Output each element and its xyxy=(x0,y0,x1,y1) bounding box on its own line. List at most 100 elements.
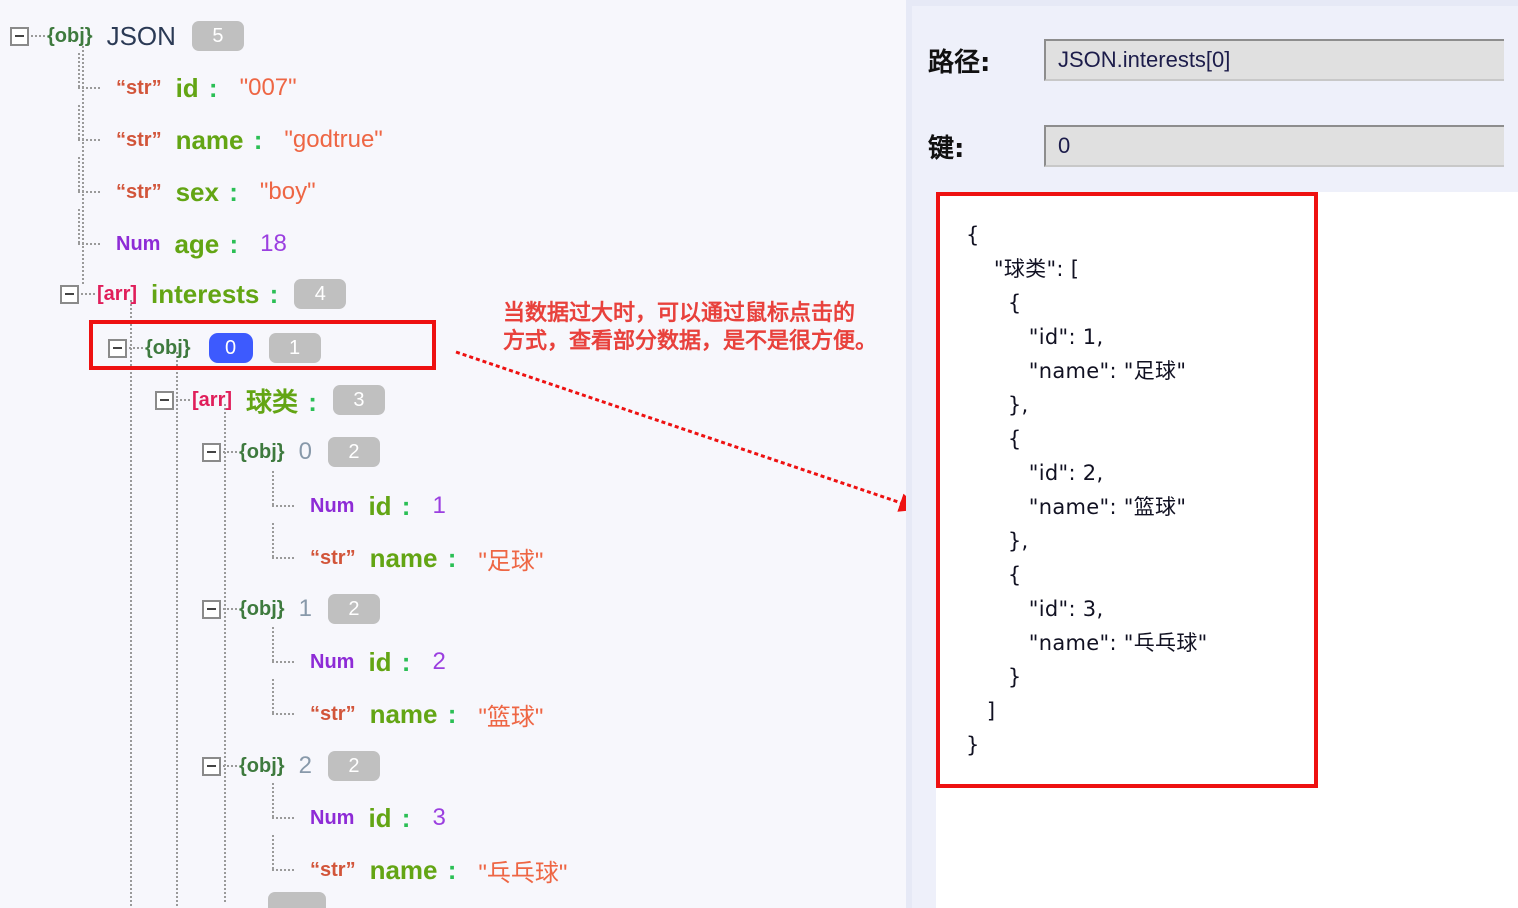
tree-guide-line xyxy=(224,404,226,904)
tree-connector xyxy=(272,782,308,828)
node-type-tag: Num xyxy=(116,232,161,255)
child-count-badge: 2 xyxy=(327,437,380,467)
tree-guide-line xyxy=(176,352,178,908)
collapse-expander-icon[interactable] xyxy=(202,599,221,619)
tree-row[interactable]: {obj} 2 2 xyxy=(202,740,380,792)
node-root-label: JSON xyxy=(106,20,176,51)
path-field-row: 路径: JSON.interests[0] xyxy=(912,38,1504,82)
tree-row[interactable]: Num age : 18 xyxy=(78,208,287,270)
child-count-badge: 2 xyxy=(327,594,380,624)
node-value[interactable]: 3 xyxy=(432,804,445,832)
tree-row[interactable]: {obj} JSON 5 xyxy=(10,10,244,62)
node-type-tag: Num xyxy=(310,494,355,517)
collapse-expander-icon[interactable] xyxy=(202,442,221,462)
node-key-label: id : xyxy=(368,646,411,677)
key-input[interactable]: 0 xyxy=(1044,125,1504,167)
selected-node-highlight xyxy=(89,320,436,370)
node-key-label: name : xyxy=(175,124,263,155)
tree-guide-line xyxy=(130,300,132,908)
node-type-tag: [arr] xyxy=(97,282,138,305)
node-value[interactable]: "篮球" xyxy=(478,697,543,732)
json-tree-panel[interactable]: {obj} JSON 5 “str” id : "007" “str” name : "godt… xyxy=(0,0,906,908)
node-type-tag: “str” xyxy=(116,76,162,99)
annotation-line-1: 当数据过大时，可以通过鼠标点击的 xyxy=(503,301,856,326)
node-type-tag: {obj} xyxy=(239,754,285,777)
tree-row[interactable]: Num id : 1 xyxy=(272,470,446,532)
node-type-tag: {obj} xyxy=(239,440,285,463)
partial-count-badge xyxy=(268,892,326,908)
detail-panel: 路径: JSON.interests[0] 键: 0 { "球类": [ { "… xyxy=(906,0,1518,908)
tree-row[interactable]: “str” name : "godtrue" xyxy=(78,104,383,166)
node-type-tag: “str” xyxy=(310,858,356,881)
tree-connector xyxy=(223,765,237,767)
json-preview-text: { "球类": [ { "id": 1, "name": "足球" }, { "… xyxy=(966,223,1208,757)
node-type-tag: “str” xyxy=(310,702,356,725)
child-count-badge: 4 xyxy=(294,279,347,309)
node-key-label: name : xyxy=(369,542,457,573)
key-label: 键: xyxy=(928,133,965,164)
node-key-label: id : xyxy=(175,72,218,103)
tree-connector xyxy=(78,52,114,98)
tree-row[interactable]: {obj} 0 2 xyxy=(202,426,380,478)
path-input[interactable]: JSON.interests[0] xyxy=(1044,39,1504,81)
node-type-tag: “str” xyxy=(116,128,162,151)
node-value[interactable]: "007" xyxy=(240,74,297,102)
child-count-badge: 3 xyxy=(332,385,385,415)
tree-row[interactable]: “str” name : "足球" xyxy=(272,522,543,584)
node-key-label: id : xyxy=(368,490,411,521)
node-type-tag: [arr] xyxy=(192,388,233,411)
node-type-tag: “str” xyxy=(310,546,356,569)
tree-connector xyxy=(272,470,308,516)
tree-row[interactable]: [arr] interests : 4 xyxy=(60,268,347,320)
detail-panel-body: 路径: JSON.interests[0] 键: 0 { "球类": [ { "… xyxy=(912,6,1518,908)
node-type-tag: “str” xyxy=(116,180,162,203)
annotation-line-2: 方式，查看部分数据，是不是很方便。 xyxy=(503,329,878,355)
tree-row[interactable]: “str” name : "乓乓球" xyxy=(272,834,567,896)
tree-row[interactable]: Num id : 2 xyxy=(272,626,446,688)
tree-row[interactable]: “str” id : "007" xyxy=(78,52,297,114)
tree-connector xyxy=(272,522,308,568)
collapse-expander-icon[interactable] xyxy=(10,26,29,46)
tree-connector xyxy=(78,156,114,202)
child-count-badge: 5 xyxy=(191,21,244,51)
node-value[interactable]: 2 xyxy=(432,648,445,676)
child-count-badge: 2 xyxy=(327,751,380,781)
tree-connector xyxy=(78,104,114,150)
tree-connector xyxy=(272,626,308,672)
node-key-label: name : xyxy=(369,854,457,885)
node-index-label: 2 xyxy=(298,752,312,779)
node-value[interactable]: 18 xyxy=(260,230,287,258)
tree-connector xyxy=(176,399,190,401)
json-preview-area[interactable]: { "球类": [ { "id": 1, "name": "足球" }, { "… xyxy=(936,192,1518,908)
tree-connector xyxy=(31,35,45,37)
collapse-expander-icon[interactable] xyxy=(60,284,79,304)
node-key-label: interests : xyxy=(151,278,279,309)
node-value[interactable]: 1 xyxy=(432,492,445,520)
key-field-row: 键: 0 xyxy=(912,124,1504,168)
node-index-label: 1 xyxy=(298,595,312,622)
tree-row[interactable]: “str” sex : "boy" xyxy=(78,156,316,218)
node-key-label: 球类 : xyxy=(246,386,317,417)
annotation-callout: 当数据过大时，可以通过鼠标点击的 方式，查看部分数据，是不是很方便。 xyxy=(503,300,943,356)
tree-row[interactable]: “str” name : "篮球" xyxy=(272,678,543,740)
node-value[interactable]: "足球" xyxy=(478,541,543,576)
tree-row[interactable]: [arr] 球类 : 3 xyxy=(155,374,385,426)
node-type-tag: Num xyxy=(310,650,355,673)
node-type-tag: {obj} xyxy=(47,24,93,47)
node-key-label: age : xyxy=(174,228,239,259)
tree-row[interactable]: {obj} 1 2 xyxy=(202,583,380,635)
node-index-label: 0 xyxy=(298,438,312,465)
tree-connector xyxy=(272,678,308,724)
node-type-tag: {obj} xyxy=(239,597,285,620)
node-key-label: id : xyxy=(368,802,411,833)
tree-row[interactable]: Num id : 3 xyxy=(272,782,446,844)
node-value[interactable]: "boy" xyxy=(260,178,316,206)
node-value[interactable]: "乓乓球" xyxy=(478,853,567,888)
tree-connector xyxy=(223,451,237,453)
collapse-expander-icon[interactable] xyxy=(155,390,174,410)
collapse-expander-icon[interactable] xyxy=(202,756,221,776)
tree-connector xyxy=(272,834,308,880)
node-type-tag: Num xyxy=(310,806,355,829)
node-value[interactable]: "godtrue" xyxy=(284,126,382,154)
node-key-label: name : xyxy=(369,698,457,729)
